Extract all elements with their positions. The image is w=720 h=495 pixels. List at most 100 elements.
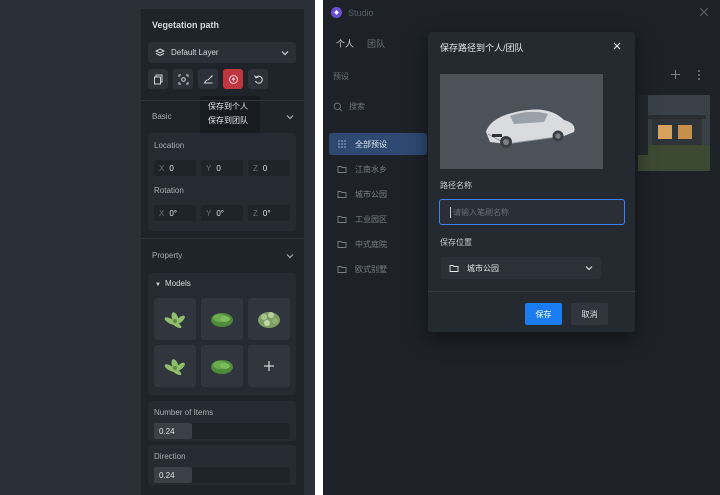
- screen: Vegetation path Default Layer 保存到个人 保存到团…: [0, 0, 720, 495]
- model-tile[interactable]: [201, 298, 243, 340]
- number-of-items-slider[interactable]: 0.24: [154, 423, 290, 439]
- basic-section-label: Basic: [152, 112, 172, 121]
- chevron-down-icon: [585, 266, 593, 271]
- shrub-thumbnail-icon: [211, 313, 233, 327]
- plant-thumbnail-icon: [164, 359, 185, 376]
- preset-thumbnail[interactable]: [638, 95, 710, 171]
- direction-slider[interactable]: 0.24: [154, 467, 290, 483]
- model-tile[interactable]: [154, 345, 196, 387]
- number-of-items-label: Number of Items: [154, 408, 214, 417]
- save-path-button[interactable]: [223, 69, 243, 89]
- category-item[interactable]: 欧式别墅: [329, 258, 427, 280]
- tab-team[interactable]: 团队: [367, 37, 385, 50]
- folder-icon: [337, 191, 347, 198]
- axis-x-label: X: [159, 163, 165, 173]
- plant-thumbnail-icon: [164, 312, 185, 329]
- undo-icon: [253, 74, 263, 84]
- models-label: Models: [164, 279, 191, 288]
- tab-personal[interactable]: 个人: [336, 37, 354, 50]
- category-label: 欧式别墅: [355, 264, 387, 274]
- model-tile[interactable]: [248, 298, 290, 340]
- grid-icon: [338, 140, 346, 148]
- undo-button[interactable]: [248, 69, 268, 89]
- more-options-icon[interactable]: [697, 69, 701, 81]
- model-tile[interactable]: [201, 345, 243, 387]
- brush-icon: [203, 74, 213, 83]
- category-all-presets[interactable]: 全部预设: [329, 133, 427, 155]
- separator: [315, 0, 323, 495]
- divider: [141, 238, 304, 239]
- category-item[interactable]: 江南水乡: [329, 158, 427, 180]
- rotation-y-value: 0°: [216, 208, 224, 218]
- property-section-label: Property: [152, 251, 183, 260]
- rotation-z-value: 0°: [262, 208, 271, 218]
- category-item[interactable]: 工业园区: [329, 208, 427, 230]
- models-group: ▼ Models: [148, 273, 296, 395]
- close-icon[interactable]: [699, 7, 709, 17]
- save-button[interactable]: 保存: [525, 303, 562, 325]
- copy-button[interactable]: [148, 69, 168, 89]
- model-tile[interactable]: [154, 298, 196, 340]
- dialog-title: 保存路径到个人/团队: [440, 43, 524, 53]
- category-label: 城市公园: [355, 189, 387, 199]
- location-z-input[interactable]: Z0: [248, 160, 290, 176]
- location-x-input[interactable]: X0: [154, 160, 196, 176]
- number-of-items-group: Number of Items 0.24: [148, 401, 296, 441]
- direction-label: Direction: [154, 452, 186, 461]
- save-path-dialog: 保存路径到个人/团队 路径名称 请输入笔刷名称 保存位置 城市公园 保存 取消: [428, 32, 635, 332]
- save-location-select[interactable]: 城市公园: [441, 257, 601, 279]
- folder-icon: [337, 241, 347, 248]
- rotation-y-input[interactable]: Y 0°: [201, 205, 243, 221]
- axis-z-label: Z: [253, 163, 258, 173]
- direction-value: 0.24: [154, 467, 192, 483]
- axis-y-label: Y: [206, 208, 212, 218]
- category-item[interactable]: 中式庭院: [329, 233, 427, 255]
- property-section-header[interactable]: Property: [141, 245, 304, 265]
- layer-select-value: Default Layer: [171, 48, 219, 57]
- chevron-down-icon: [286, 115, 294, 120]
- focus-button[interactable]: [173, 69, 193, 89]
- models-header[interactable]: ▼ Models: [155, 279, 191, 288]
- cancel-button[interactable]: 取消: [571, 303, 608, 325]
- folder-icon: [449, 265, 459, 272]
- layer-select[interactable]: Default Layer: [148, 42, 296, 63]
- rotation-x-value: 0°: [169, 208, 177, 218]
- category-item[interactable]: 城市公园: [329, 183, 427, 205]
- folder-icon: [337, 216, 347, 223]
- rotation-x-input[interactable]: X 0°: [154, 205, 196, 221]
- path-name-input[interactable]: 请输入笔刷名称: [439, 199, 625, 225]
- direction-group: Direction 0.24: [148, 445, 296, 485]
- location-y-input[interactable]: Y0: [201, 160, 243, 176]
- car-preview-icon: [486, 109, 575, 148]
- plus-icon: [264, 361, 274, 371]
- path-preview-image: [440, 74, 603, 169]
- house-thumbnail-image: [638, 95, 710, 171]
- number-of-items-value: 0.24: [154, 423, 192, 439]
- category-label: 工业园区: [355, 214, 387, 224]
- rotation-label: Rotation: [154, 186, 184, 195]
- axis-y-label: Y: [206, 163, 212, 173]
- vegetation-panel: Vegetation path Default Layer 保存到个人 保存到团…: [141, 9, 304, 495]
- rotation-z-input[interactable]: Z 0°: [248, 205, 290, 221]
- location-x-value: 0: [169, 163, 174, 173]
- add-preset-icon[interactable]: [670, 69, 681, 80]
- close-icon[interactable]: [613, 42, 621, 50]
- copy-icon: [153, 74, 162, 84]
- presets-label: 预设: [333, 72, 349, 81]
- focus-icon: [178, 74, 188, 84]
- category-label: 江南水乡: [355, 164, 387, 174]
- folder-icon: [337, 166, 347, 173]
- axis-z-label: Z: [253, 208, 258, 218]
- search-placeholder: 搜索: [349, 102, 365, 111]
- basic-section-header[interactable]: Basic: [141, 107, 304, 131]
- add-model-button[interactable]: [248, 345, 290, 387]
- save-location-label: 保存位置: [440, 238, 472, 247]
- path-name-label: 路径名称: [440, 181, 472, 190]
- chevron-down-icon: [281, 50, 289, 55]
- app-logo-icon: ◆: [331, 7, 342, 18]
- caret-down-icon: ▼: [155, 282, 161, 288]
- brush-button[interactable]: [198, 69, 218, 89]
- search-icon: [333, 102, 343, 111]
- layers-icon: [155, 47, 165, 56]
- search-input[interactable]: 搜索: [333, 101, 365, 112]
